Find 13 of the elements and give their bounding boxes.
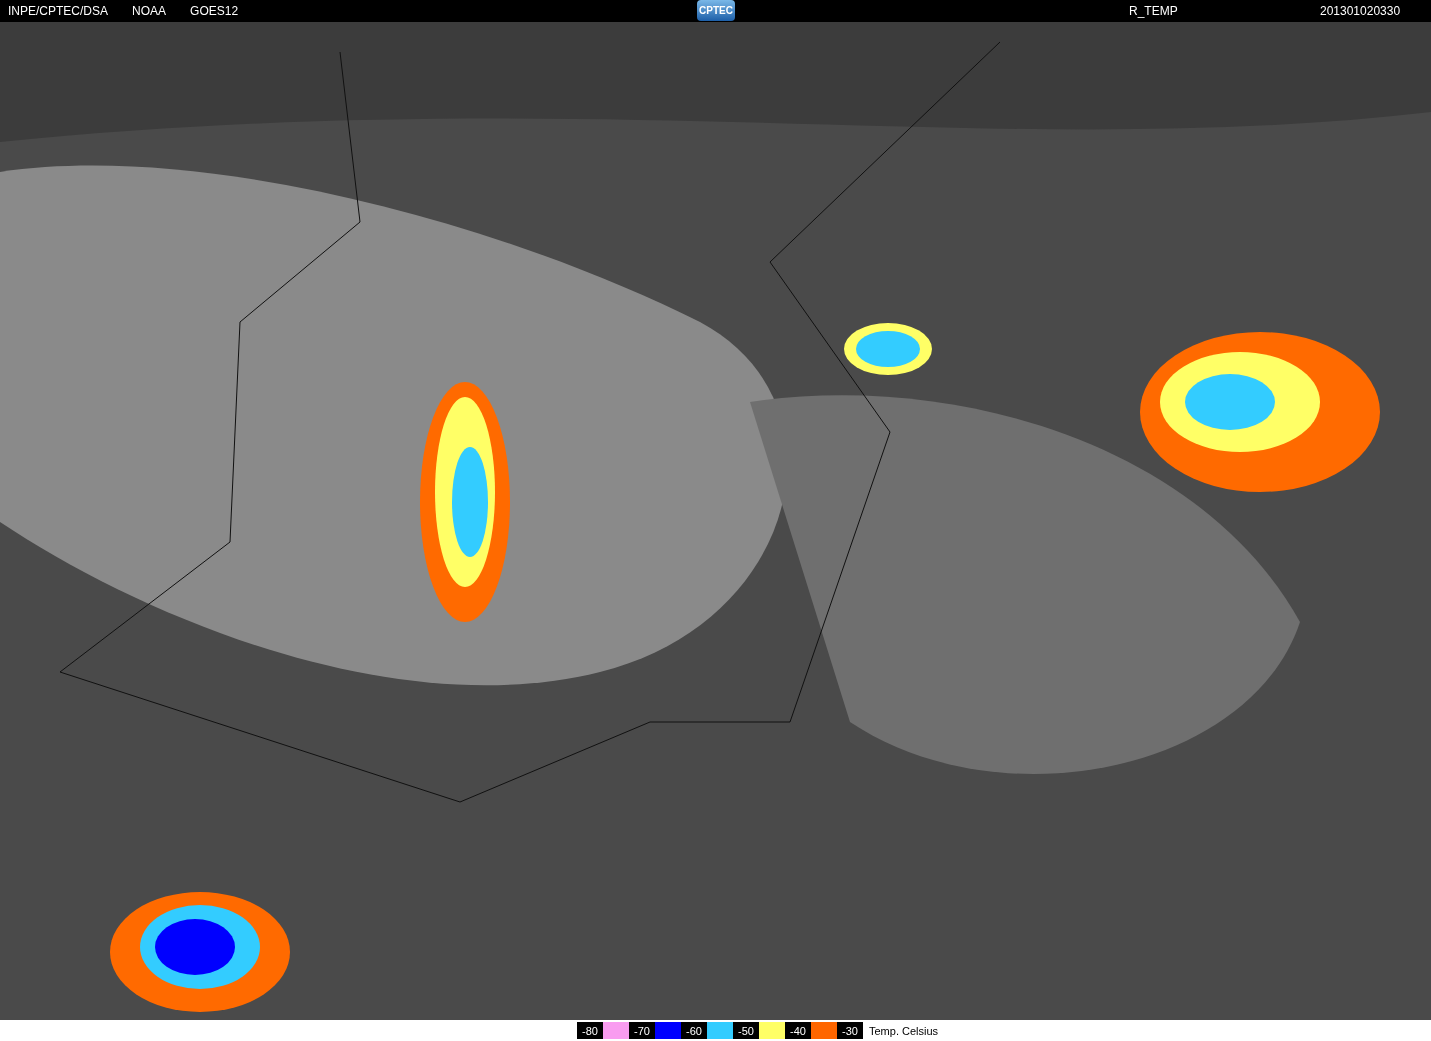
source-label: INPE/CPTEC/DSA	[8, 4, 109, 18]
timestamp: 201301020330	[1320, 4, 1401, 18]
product-label: R_TEMP	[1129, 4, 1178, 18]
legend-label: -80	[577, 1022, 603, 1039]
legend-label: -40	[785, 1022, 811, 1039]
legend-label: -50	[733, 1022, 759, 1039]
legend-title: Temp. Celsius	[869, 1024, 939, 1037]
legend-label: -60	[681, 1022, 707, 1039]
legend-label: -30	[837, 1022, 863, 1039]
logo: CPTEC	[697, 0, 735, 21]
source-label: NOAA	[132, 4, 167, 18]
legend-label: -70	[629, 1022, 655, 1039]
source-label: GOES12	[190, 4, 239, 18]
